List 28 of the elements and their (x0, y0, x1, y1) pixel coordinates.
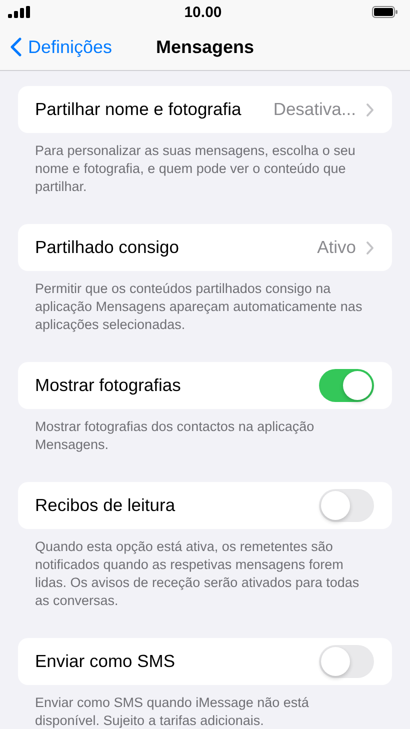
chevron-left-icon (10, 37, 22, 57)
row-value: Ativo (316, 237, 356, 258)
section-footnote: Quando esta opção está ativa, os remetentes são notificados quando as respetivas mensagens forem lidas. Os avisos de receção serão ativados para todas as conversas. (34, 538, 360, 610)
settings-row[interactable]: Partilhado consigo Ativo (18, 224, 392, 271)
toggle-switch[interactable] (319, 645, 374, 678)
row-value: Desativa... (272, 99, 356, 120)
row-label: Recibos de leitura (35, 495, 176, 516)
settings-row[interactable]: Partilhar nome e fotografia Desativa... (18, 86, 392, 133)
row-label: Partilhar nome e fotografia (35, 99, 242, 120)
row-label: Mostrar fotografias (35, 375, 181, 396)
signal-icon (8, 6, 30, 18)
settings-row[interactable]: Mostrar fotografias (18, 362, 392, 409)
settings-row[interactable]: Recibos de leitura (18, 482, 392, 529)
back-button[interactable]: Definições (0, 36, 112, 58)
page-title: Mensagens (156, 36, 254, 58)
battery-icon (372, 6, 398, 18)
row-label: Partilhado consigo (35, 237, 179, 258)
section-footnote: Para personalizar as suas mensagens, escolha o seu nome e fotografia, e quem pode ver o conteúdo que partilhar. (34, 142, 356, 196)
settings-row[interactable]: Enviar como SMS (18, 638, 392, 685)
row-label: Enviar como SMS (35, 651, 176, 672)
chevron-right-icon (366, 240, 374, 254)
toggle-switch[interactable] (319, 489, 374, 522)
chevron-right-icon (366, 102, 374, 116)
section-footnote: Permitir que os conteúdos partilhados consigo na aplicação Mensagens apareçam automaticamente nas aplicações selecionadas. (34, 280, 364, 334)
toggle-switch[interactable] (319, 369, 374, 402)
status-time: 10.00 (184, 4, 222, 20)
section-footnote: Mostrar fotografias dos contactos na aplicação Mensagens. (34, 418, 316, 454)
section-footnote: Enviar como SMS quando iMessage não está disponível. Sujeito a tarifas adicionais. (34, 694, 310, 729)
